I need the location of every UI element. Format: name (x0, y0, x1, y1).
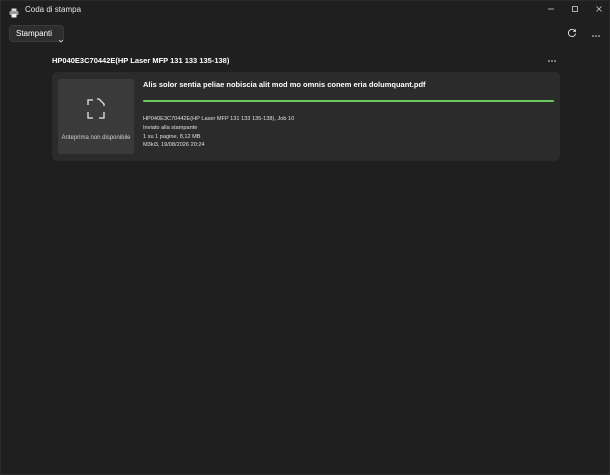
print-queue-window: Coda di stampa Stampanti HP040E3C70442E(… (0, 0, 610, 475)
job-info-printer: HP040E3C70442E(HP Laser MFP 131 133 135-… (143, 116, 295, 122)
job-info-pages: 1 su 1 pagine, 8,12 MB (143, 133, 201, 140)
printer-icon (9, 5, 19, 18)
printer-name: HP040E3C70442E(HP Laser MFP 131 133 135-… (52, 56, 230, 65)
maximize-button[interactable] (562, 1, 588, 17)
job-info: HP040E3C70442E(HP Laser MFP 131 133 135-… (143, 115, 294, 150)
chevron-down-icon (58, 31, 64, 43)
more-icon (547, 50, 557, 68)
close-button[interactable] (586, 1, 610, 17)
printers-dropdown-label: Stampanti (16, 29, 53, 38)
preview-unavailable-label: Anteprima non disponibile (61, 135, 131, 141)
print-progress-fill (143, 100, 554, 102)
print-progress-bar (143, 100, 554, 102)
title-bar[interactable]: Coda di stampa (1, 1, 609, 19)
job-info-submitted: M3ki3, 19/08/2026 20:24 (143, 142, 205, 149)
minimize-button[interactable] (538, 1, 564, 17)
document-title: Alis solor sentia peliae nobiscia alit m… (143, 80, 426, 89)
more-icon (591, 25, 601, 43)
more-options-button[interactable] (588, 26, 604, 42)
refresh-button[interactable] (564, 26, 580, 42)
job-info-status: Inviato alla stampante (143, 124, 198, 131)
printer-more-button[interactable] (545, 54, 559, 64)
refresh-icon (567, 25, 577, 43)
document-preview: Anteprima non disponibile (58, 79, 134, 154)
print-job-card[interactable]: Anteprima non disponibile Alis solor sen… (52, 72, 560, 161)
window-title: Coda di stampa (25, 5, 82, 14)
document-placeholder-icon (86, 97, 106, 121)
printers-dropdown[interactable]: Stampanti (9, 25, 64, 43)
